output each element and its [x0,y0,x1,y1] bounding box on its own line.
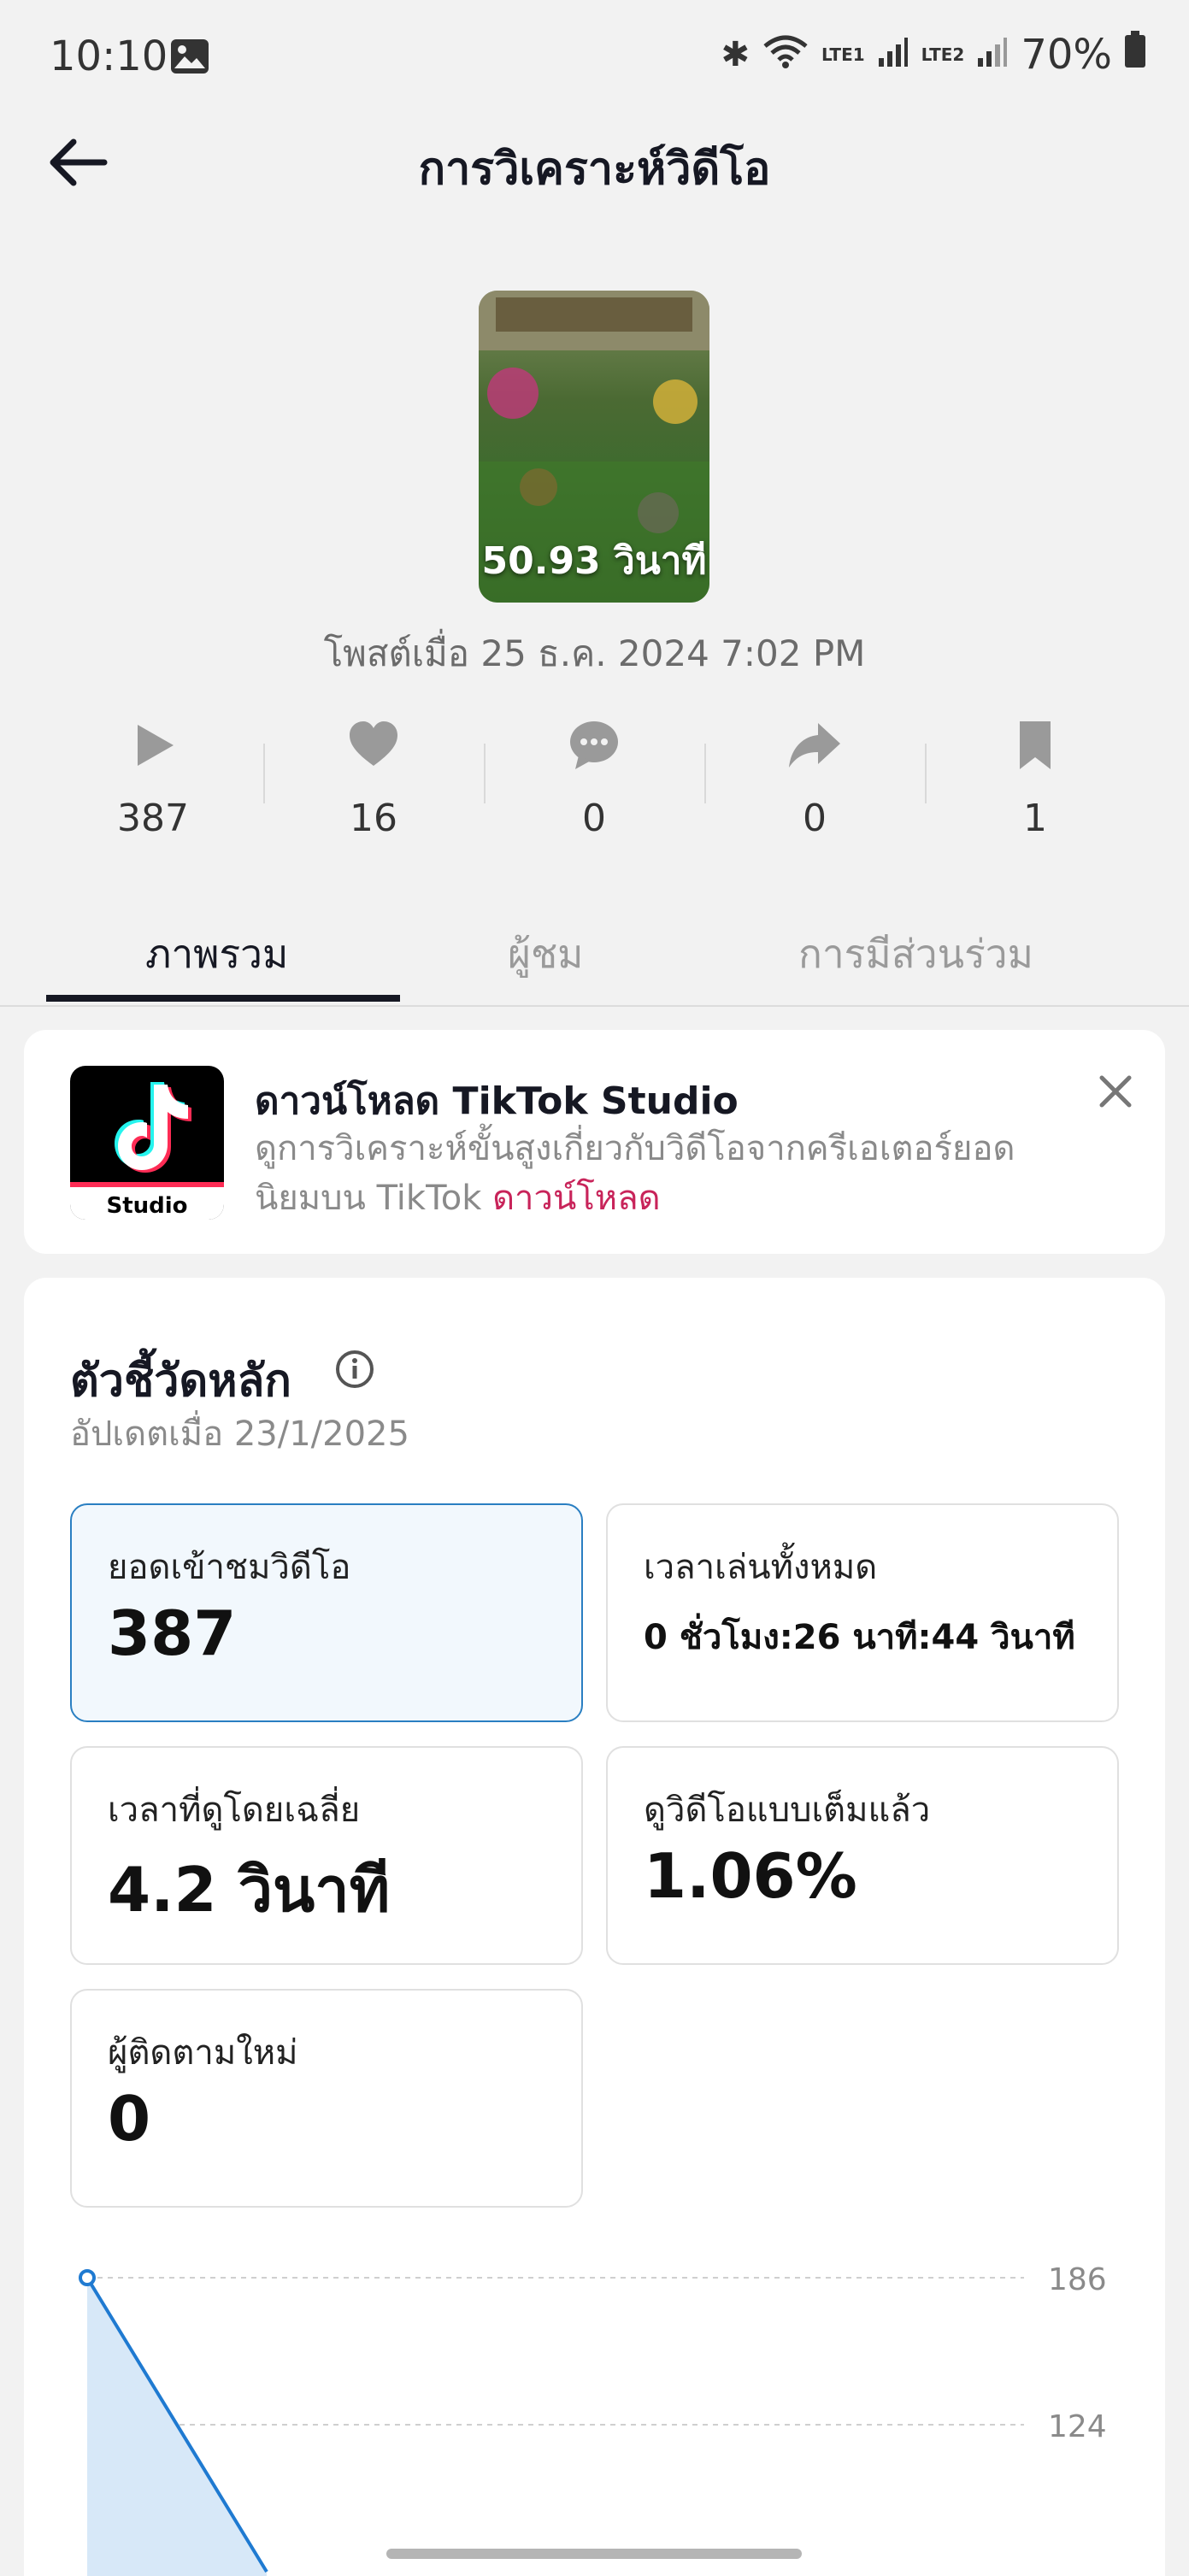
metric-value: 0 [108,2083,151,2155]
stat-views: 387 [43,718,263,855]
comment-icon [570,721,618,769]
share-icon [789,723,840,768]
video-thumbnail[interactable]: 50.93 วินาที [479,291,709,603]
battery-percent: 70% [1021,31,1112,79]
stat-views-value: 387 [117,797,189,840]
chart-y-tick-label: 186 [1048,2262,1107,2297]
chart-point[interactable] [79,2269,96,2286]
status-icons: ✱ LTE1 LTE2 70% [721,31,1146,79]
metric-tile-full-watch[interactable]: ดูวิดีโอแบบเต็มแล้ว 1.06% [606,1746,1119,1965]
metric-tile-total-play-time[interactable]: เวลาเล่นทั้งหมด 0 ชั่วโมง:26 นาที:44 วิน… [606,1503,1119,1722]
status-time: 10:10 [50,32,168,80]
page-title: การวิเคราะห์วิดีโอ [418,144,771,195]
gallery-icon [169,38,210,75]
metric-tile-views[interactable]: ยอดเข้าชมวิดีโอ 387 [70,1503,583,1722]
views-chart[interactable]: 186 124 [24,2235,1165,2576]
play-icon [138,725,174,766]
tab-overview[interactable]: ภาพรวม [145,923,288,985]
video-duration: 50.93 วินาที [481,539,707,583]
stat-saves-value: 1 [1023,797,1047,840]
heart-icon [350,721,397,766]
banner-download-link[interactable]: ดาวน์โหลด [492,1179,661,1218]
close-icon[interactable] [1088,1064,1143,1119]
info-icon[interactable] [333,1348,376,1391]
stat-likes-value: 16 [350,797,397,840]
metric-label: ยอดเข้าชมวิดีโอ [108,1548,351,1587]
tab-indicator [46,995,400,1002]
metric-label: ผู้ติดตามใหม่ [108,2033,298,2073]
analytics-tabs: ภาพรวม ผู้ชม การมีส่วนร่วม [0,913,1189,1007]
home-indicator [386,2549,802,2559]
wifi-icon [762,31,809,79]
battery-icon [1124,31,1146,79]
stat-saves: 1 [925,718,1145,855]
metric-label: ดูวิดีโอแบบเต็มแล้ว [644,1791,931,1830]
metric-value: 0 ชั่วโมง:26 นาที:44 วินาที [644,1618,1075,1657]
stat-comments-value: 0 [582,797,606,840]
tiktok-studio-banner[interactable]: Studio ดาวน์โหลด TikTok Studio ดูการวิเค… [24,1030,1165,1254]
metric-label: เวลาที่ดูโดยเฉลี่ย [108,1791,361,1830]
metric-tile-new-followers[interactable]: ผู้ติดตามใหม่ 0 [70,1989,583,2208]
posted-date: โพสต์เมื่อ 25 ธ.ค. 2024 7:02 PM [323,632,866,674]
stat-comments: 0 [484,718,704,855]
key-metrics-card: ตัวชี้วัดหลัก อัปเดตเมื่อ 23/1/2025 ยอดเ… [24,1278,1165,2576]
stat-shares-value: 0 [803,797,827,840]
banner-title: ดาวน์โหลด TikTok Studio [255,1079,739,1123]
metric-value: 4.2 วินาที [108,1854,391,1926]
metric-value: 387 [108,1597,237,1669]
video-stats: 387 16 0 0 1 [43,718,1145,855]
chart-y-tick-label: 124 [1048,2409,1107,2444]
tab-engagement[interactable]: การมีส่วนร่วม [798,923,1033,985]
logo-studio-label: Studio [70,1182,224,1220]
metrics-updated: อัปเดตเมื่อ 23/1/2025 [70,1414,409,1454]
tiktok-studio-logo: Studio [70,1066,224,1220]
stat-shares: 0 [704,718,925,855]
signal-icon-2 [976,31,1009,79]
banner-description: ดูการวิเคราะห์ขั้นสูงเกี่ยวกับวิดีโอจากค… [255,1124,1041,1223]
metrics-title: ตัวชี้วัดหลัก [70,1356,291,1407]
network-label-2: LTE2 [921,44,965,65]
bookmark-icon [1020,721,1051,769]
stat-likes: 16 [263,718,484,855]
metric-tile-avg-watch-time[interactable]: เวลาที่ดูโดยเฉลี่ย 4.2 วินาที [70,1746,583,1965]
network-label-1: LTE1 [821,44,865,65]
metric-value: 1.06% [644,1840,857,1912]
signal-icon-1 [877,31,909,79]
metric-label: เวลาเล่นทั้งหมด [644,1548,878,1587]
bluetooth-icon: ✱ [721,35,750,74]
tab-viewers[interactable]: ผู้ชม [508,923,584,985]
